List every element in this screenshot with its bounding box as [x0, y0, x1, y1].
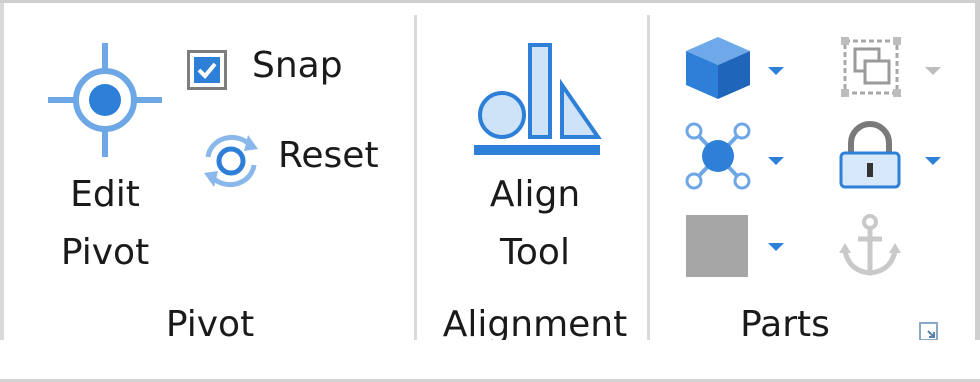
- group-separator: [647, 15, 650, 343]
- part-dropdown-button[interactable]: [680, 31, 792, 103]
- snap-label[interactable]: Snap: [252, 41, 343, 91]
- chevron-down-icon: [925, 157, 941, 165]
- edit-pivot-label-line2: Pivot: [60, 232, 150, 273]
- chevron-down-icon: [925, 67, 941, 75]
- ribbon-left-edge: [0, 3, 4, 343]
- checkmark-icon: [197, 62, 217, 79]
- align-tool-button[interactable]: Align Tool: [460, 33, 610, 283]
- align-tool-label-line1: Align: [489, 174, 581, 215]
- ribbon-right-edge: [975, 3, 980, 343]
- ungroup-icon: [841, 37, 901, 97]
- chevron-down-icon: [768, 67, 784, 75]
- anchor-icon: [839, 214, 901, 276]
- ribbon-bar: Edit Pivot Snap Reset Pivot Align Tool A…: [0, 0, 980, 345]
- joint-dropdown-button[interactable]: [680, 121, 792, 193]
- joint-node-icon: [685, 122, 751, 190]
- reset-label: Reset: [278, 135, 379, 176]
- edit-pivot-button[interactable]: Edit Pivot: [40, 33, 170, 283]
- align-tool-label-line2: Tool: [500, 232, 570, 273]
- group-dropdown-button[interactable]: [835, 31, 950, 103]
- blue-cube-icon: [686, 37, 750, 99]
- ribbon-bottom-strip: [0, 340, 980, 382]
- reset-button[interactable]: Reset: [195, 121, 395, 201]
- checkbox-fill: [194, 57, 220, 83]
- group-separator: [414, 15, 417, 343]
- pivot-group-label: Pivot: [165, 304, 255, 345]
- reset-rotate-icon: [204, 134, 258, 188]
- lock-dropdown-button[interactable]: [835, 121, 950, 193]
- chevron-down-icon: [768, 243, 784, 251]
- grey-color-swatch-icon: [686, 215, 748, 277]
- crosshair-target-icon: [48, 43, 162, 157]
- snap-checkbox[interactable]: [187, 50, 227, 90]
- edit-pivot-label-line1: Edit: [70, 174, 140, 215]
- parts-group-label: Parts: [740, 304, 830, 345]
- color-dropdown-button[interactable]: [680, 211, 792, 283]
- alignment-group-label: Alignment: [442, 304, 628, 345]
- lock-icon: [839, 121, 901, 189]
- align-shapes-icon: [474, 43, 602, 155]
- chevron-down-icon: [768, 157, 784, 165]
- anchor-button[interactable]: [835, 211, 915, 283]
